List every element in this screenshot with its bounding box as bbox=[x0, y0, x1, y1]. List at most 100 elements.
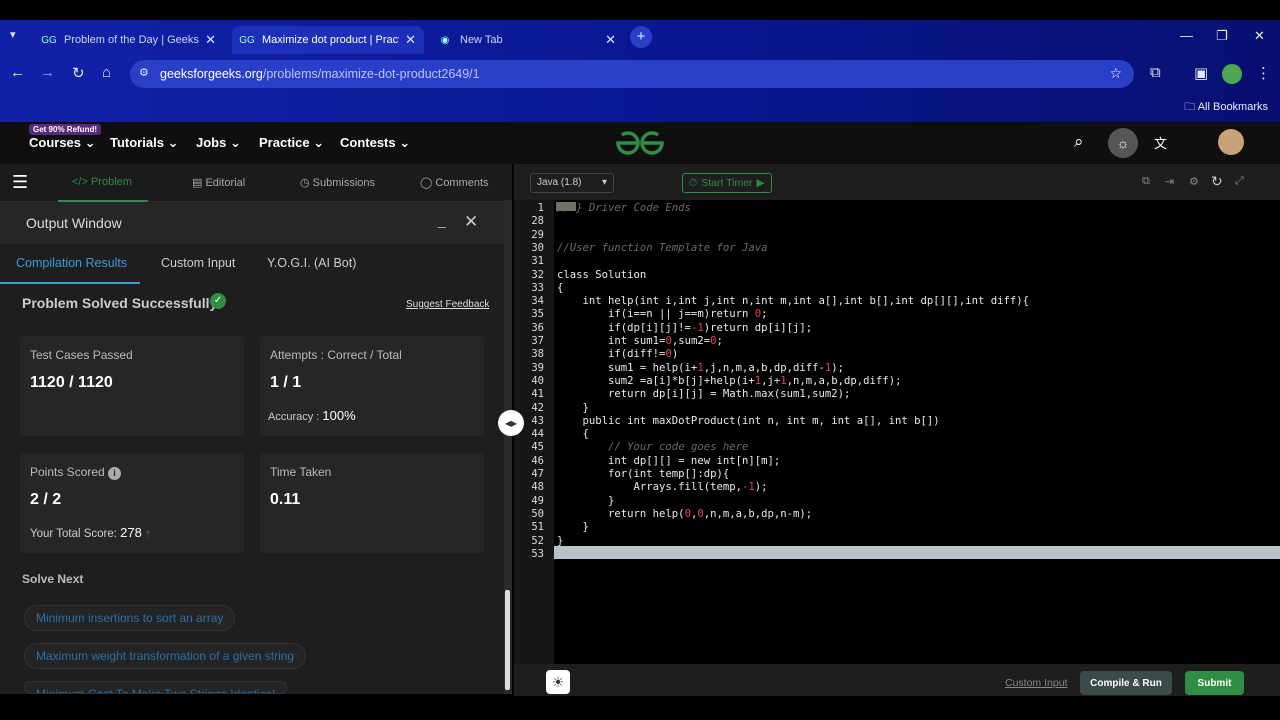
code-line[interactable]: Arrays.fill(temp,-1); bbox=[557, 481, 768, 493]
compile-run-button[interactable]: Compile & Run bbox=[1080, 671, 1172, 695]
tab-search-icon[interactable]: ▾ bbox=[10, 28, 16, 41]
code-line[interactable]: for(int temp[]:dp){ bbox=[557, 468, 729, 480]
nav-jobs[interactable]: Jobs ⌄ bbox=[196, 135, 241, 151]
code-line[interactable]: int sum1=0,sum2=0; bbox=[557, 335, 723, 347]
card-points: Points Scored i 2 / 2 Your Total Score: … bbox=[20, 453, 244, 553]
minimize-icon[interactable]: — bbox=[1180, 28, 1193, 43]
panel-resize-handle[interactable]: ◂▸ bbox=[498, 410, 524, 436]
line-number: 49 bbox=[531, 494, 544, 507]
language-value: Java (1.8) bbox=[537, 177, 582, 188]
close-tab-icon[interactable]: ✕ bbox=[605, 32, 616, 48]
solve-next-chip[interactable]: Minimum Cost To Make Two Strings Identic… bbox=[24, 681, 287, 694]
nav-tutorials[interactable]: Tutorials ⌄ bbox=[110, 135, 178, 151]
hamburger-icon[interactable]: ☰ bbox=[12, 172, 28, 193]
scrollbar-thumb[interactable] bbox=[505, 590, 510, 690]
line-number: 51 bbox=[531, 521, 544, 534]
start-timer-button[interactable]: ⏱ Start Timer ▶ bbox=[682, 173, 772, 193]
copy-icon[interactable]: ⧉ bbox=[1142, 175, 1150, 188]
line-number: 40 bbox=[531, 374, 544, 387]
browser-tab-maximize[interactable]: GG Maximize dot product | Practice ✕ bbox=[232, 26, 424, 54]
export-icon[interactable]: ⇥ bbox=[1165, 175, 1174, 188]
code-line[interactable]: sum2 =a[i]*b[j]+help(i+1,j+1,n,m,a,b,dp,… bbox=[557, 375, 901, 387]
code-line[interactable]: if(dp[i][j]!=-1)return dp[i][j]; bbox=[557, 322, 812, 334]
tab-custom-input[interactable]: Custom Input bbox=[161, 256, 235, 270]
gfg-logo[interactable] bbox=[614, 130, 666, 156]
profile-avatar[interactable] bbox=[1222, 64, 1242, 84]
solve-next-chip[interactable]: Maximum weight transformation of a given… bbox=[24, 643, 307, 669]
tab-yogi-bot[interactable]: Y.O.G.I. (AI Bot) bbox=[267, 256, 356, 270]
submit-button[interactable]: Submit bbox=[1185, 671, 1244, 695]
accuracy-value: 100% bbox=[322, 408, 356, 423]
code-line[interactable]: if(diff!=0) bbox=[557, 348, 678, 360]
tab-comments[interactable]: ◯ Comments bbox=[420, 176, 489, 189]
new-tab-icon[interactable]: + bbox=[630, 26, 652, 48]
code-line[interactable]: { bbox=[557, 282, 563, 294]
all-bookmarks[interactable]: 🗀 All Bookmarks bbox=[1184, 98, 1268, 117]
tab-title: Maximize dot product | Practice bbox=[262, 34, 399, 46]
chevron-down-icon: ▾ bbox=[601, 177, 607, 188]
close-tab-icon[interactable]: ✕ bbox=[205, 32, 216, 48]
nav-courses[interactable]: Courses ⌄ bbox=[29, 135, 96, 151]
accuracy-label: Accuracy : bbox=[268, 411, 320, 423]
maximize-icon[interactable]: ❐ bbox=[1216, 28, 1228, 44]
code-line[interactable]: return dp[i][j] = Math.max(sum1,sum2); bbox=[557, 388, 850, 400]
left-scrollbar[interactable] bbox=[504, 200, 512, 694]
side-panel-icon[interactable]: ▣ bbox=[1194, 64, 1208, 82]
settings-icon[interactable]: ⚙ bbox=[1189, 175, 1199, 188]
back-icon[interactable]: ← bbox=[10, 64, 25, 81]
custom-input-link[interactable]: Custom Input bbox=[1005, 677, 1067, 689]
site-info-icon[interactable]: ⚙ bbox=[139, 66, 149, 79]
code-line[interactable]: // Your code goes here bbox=[557, 441, 748, 453]
info-icon[interactable]: i bbox=[108, 467, 122, 480]
code-line[interactable]: } bbox=[557, 521, 589, 533]
code-line[interactable]: if(i==n || j==m)return 0; bbox=[557, 308, 767, 320]
tab-problem[interactable]: </> Problem bbox=[72, 176, 132, 188]
close-panel-icon[interactable]: ✕ bbox=[464, 212, 478, 232]
tab-compilation-results[interactable]: Compilation Results bbox=[16, 256, 127, 270]
code-line[interactable]: } bbox=[557, 495, 614, 507]
code-line[interactable]: // } Driver Code Ends bbox=[557, 202, 691, 214]
nav-practice[interactable]: Practice ⌄ bbox=[259, 135, 324, 151]
minimize-panel-icon[interactable]: _ bbox=[438, 212, 446, 228]
translate-icon[interactable]: 文 bbox=[1154, 133, 1167, 152]
suggest-feedback-link[interactable]: Suggest Feedback bbox=[406, 299, 489, 310]
code-line[interactable]: sum1 = help(i+1,j,n,m,a,b,dp,diff-1); bbox=[557, 362, 844, 374]
code-line[interactable]: return help(0,0,n,m,a,b,dp,n-m); bbox=[557, 508, 812, 520]
browser-tab-potd[interactable]: GG Problem of the Day | GeeksforG ✕ bbox=[34, 26, 224, 54]
code-editor[interactable]: 1 28 29 30 31 32 33 34 35 36 37 38 39 40 41 42 43 44 45 46 4… bbox=[514, 200, 1280, 664]
gfg-icon: GG bbox=[239, 34, 255, 46]
code-line[interactable]: class Solution bbox=[557, 269, 646, 281]
close-window-icon[interactable]: ✕ bbox=[1254, 28, 1265, 44]
tab-submissions[interactable]: ◷ Submissions bbox=[300, 176, 375, 189]
editor-actions: ☀ Custom Input Compile & Run Submit bbox=[514, 664, 1280, 696]
nav-label: Practice bbox=[259, 135, 310, 150]
home-icon[interactable]: ⌂ bbox=[102, 64, 111, 81]
code-line[interactable]: //User function Template for Java bbox=[557, 242, 767, 254]
menu-kebab-icon[interactable]: ⋮ bbox=[1256, 64, 1271, 82]
user-avatar[interactable] bbox=[1218, 129, 1244, 155]
address-bar[interactable]: ⚙ geeksforgeeks.org/problems/maximize-do… bbox=[130, 60, 1134, 88]
code-line[interactable]: { bbox=[557, 428, 589, 440]
nav-contests[interactable]: Contests ⌄ bbox=[340, 135, 410, 151]
browser-tab-newtab[interactable]: ◉ New Tab ✕ bbox=[430, 26, 624, 54]
total-score-label: Your Total Score: bbox=[30, 528, 117, 540]
reload-icon[interactable]: ↻ bbox=[72, 64, 85, 82]
code-line[interactable]: public int maxDotProduct(int n, int m, i… bbox=[557, 415, 940, 427]
theme-toggle-icon[interactable]: ☼ bbox=[1108, 128, 1138, 158]
forward-icon[interactable]: → bbox=[40, 64, 55, 81]
code-line[interactable]: int help(int i,int j,int n,int m,int a[]… bbox=[557, 295, 1029, 307]
code-line[interactable]: } bbox=[557, 402, 589, 414]
language-select[interactable]: Java (1.8) ▾ bbox=[530, 173, 614, 193]
code-line[interactable]: } bbox=[557, 535, 563, 547]
extensions-icon[interactable]: ⧉ bbox=[1150, 64, 1161, 81]
card-attempts: Attempts : Correct / Total 1 / 1 Accurac… bbox=[260, 336, 484, 436]
bookmark-star-icon[interactable]: ☆ bbox=[1109, 65, 1122, 82]
solve-next-chip[interactable]: Minimum insertions to sort an array bbox=[24, 605, 236, 631]
tab-editorial[interactable]: ▤ Editorial bbox=[192, 176, 245, 189]
lightbulb-icon[interactable]: ☀ bbox=[546, 670, 570, 694]
code-line[interactable]: int dp[][] = new int[n][m]; bbox=[557, 455, 780, 467]
reset-icon[interactable]: ↻ bbox=[1211, 173, 1223, 190]
close-tab-icon[interactable]: ✕ bbox=[405, 32, 416, 48]
fullscreen-icon[interactable]: ⤢ bbox=[1235, 175, 1244, 188]
search-icon[interactable]: ⌕ bbox=[1074, 132, 1084, 152]
